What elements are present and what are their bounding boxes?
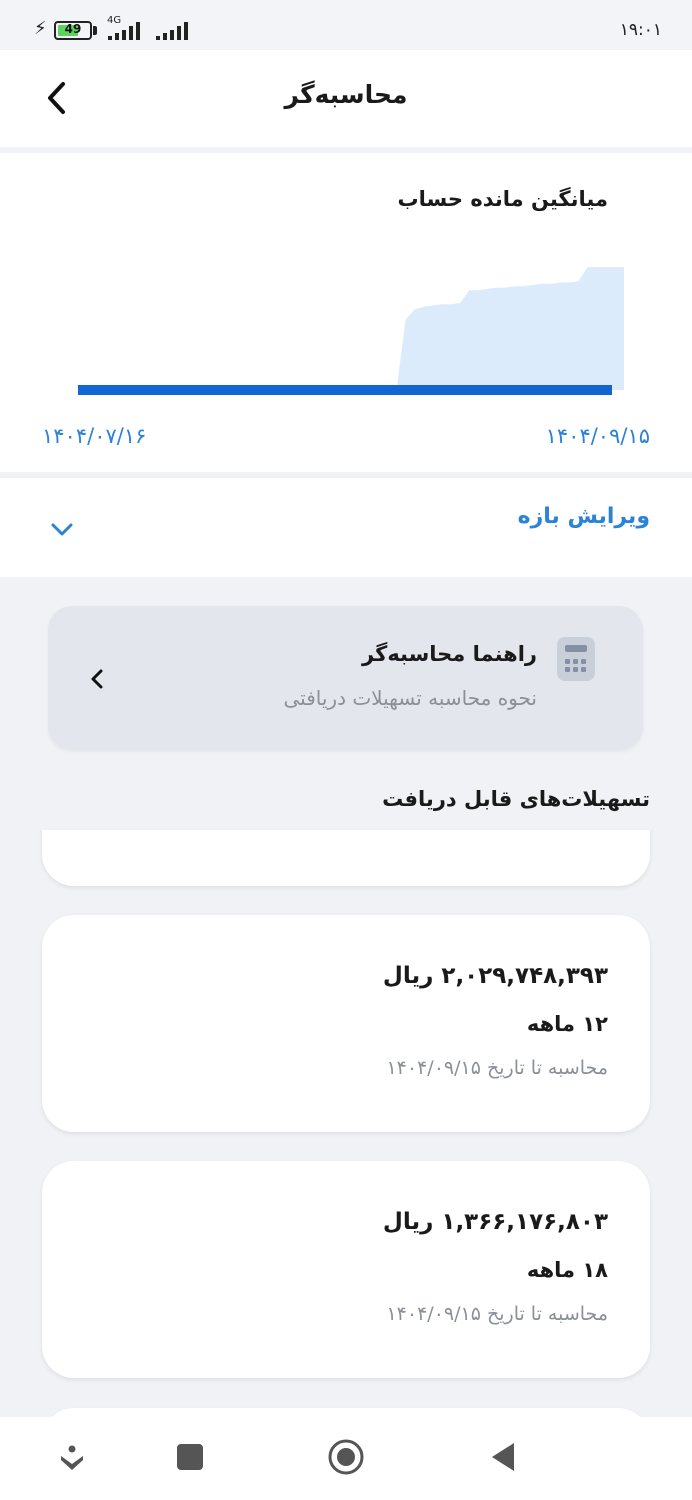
signal-icon: [108, 22, 140, 40]
signal-icon: [156, 22, 188, 40]
loans-section: راهنما محاسبه‌گر نحوه محاسبه تسهیلات دری…: [0, 577, 692, 1417]
recents-icon: [177, 1444, 203, 1470]
chart-start-date: ۱۴۰۴/۰۷/۱۶: [42, 424, 147, 448]
system-nav-bar: [0, 1417, 692, 1500]
loan-date: محاسبه تا تاریخ ۱۴۰۴/۰۹/۱۵: [386, 1057, 608, 1079]
loan-term: ۱۸ ماهه: [526, 1258, 608, 1282]
edit-range-toggle[interactable]: ویرایش بازه: [0, 480, 692, 577]
loan-term: ۱۲ ماهه: [526, 1012, 608, 1036]
status-bar: ⚡ 49 4G ۱۹:۰۱: [0, 0, 692, 50]
back-nav-button[interactable]: [484, 1437, 524, 1477]
chart-baseline: [78, 385, 612, 395]
loan-date: محاسبه تا تاریخ ۱۴۰۴/۰۹/۱۵: [386, 1303, 608, 1325]
chevron-left-icon: [91, 669, 103, 689]
battery-level: 49: [64, 22, 82, 36]
edit-range-label: ویرایش بازه: [517, 504, 650, 529]
home-icon: [328, 1439, 364, 1475]
guide-subtitle: نحوه محاسبه تسهیلات دریافتی: [283, 686, 537, 710]
loan-amount: ۱,۳۶۶,۱۷۶,۸۰۳ ریال: [382, 1209, 608, 1235]
calculator-guide-card[interactable]: راهنما محاسبه‌گر نحوه محاسبه تسهیلات دری…: [48, 606, 643, 750]
divider: [0, 472, 692, 478]
accessibility-button[interactable]: [52, 1437, 92, 1477]
loan-card[interactable]: ۱,۳۶۶,۱۷۶,۸۰۳ ریال ۱۸ ماهه محاسبه تا تار…: [42, 1161, 650, 1378]
clock: ۱۹:۰۱: [619, 20, 662, 40]
divider: [0, 147, 692, 153]
loan-card[interactable]: ۲,۰۲۹,۷۴۸,۳۹۳ ریال ۱۲ ماهه محاسبه تا تار…: [42, 915, 650, 1132]
loan-list[interactable]: ۲,۰۲۹,۷۴۸,۳۹۳ ریال ۱۲ ماهه محاسبه تا تار…: [0, 830, 692, 1417]
chart-end-date: ۱۴۰۴/۰۹/۱۵: [545, 424, 650, 448]
chevron-down-icon: [51, 523, 73, 536]
loan-card[interactable]: [42, 830, 650, 886]
guide-title: راهنما محاسبه‌گر: [362, 642, 537, 666]
balance-chart: [78, 267, 624, 395]
back-triangle-icon: [492, 1443, 514, 1471]
home-button[interactable]: [326, 1437, 366, 1477]
accessibility-icon: [61, 1445, 83, 1470]
charging-icon: ⚡: [34, 18, 47, 39]
loan-amount: ۲,۰۲۹,۷۴۸,۳۹۳ ریال: [382, 963, 608, 989]
recents-button[interactable]: [170, 1437, 210, 1477]
balance-area: [78, 267, 624, 390]
app-header: محاسبه‌گر: [0, 50, 692, 147]
section-title: تسهیلات‌های قابل دریافت: [382, 787, 650, 811]
battery-icon: 49: [54, 21, 92, 40]
calculator-icon: [557, 637, 595, 681]
chart-title: میانگین مانده حساب: [397, 187, 608, 211]
page-title: محاسبه‌گر: [284, 80, 408, 109]
loan-card[interactable]: [42, 1408, 650, 1417]
